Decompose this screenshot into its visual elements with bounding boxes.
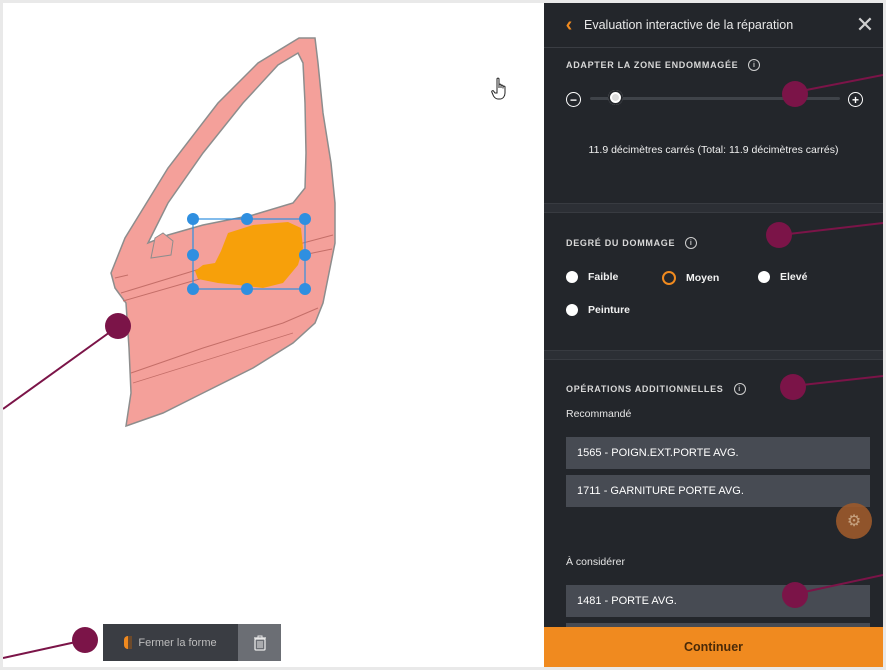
info-icon[interactable]: i: [685, 237, 698, 249]
damage-option-eleve[interactable]: Elevé: [758, 271, 807, 283]
radio-icon: [566, 271, 578, 283]
damage-option-peinture[interactable]: Peinture: [566, 304, 630, 316]
panel-header: ‹ Evaluation interactive de la réparatio…: [544, 3, 883, 48]
recommended-label: Recommandé: [566, 408, 632, 420]
section-divider: [544, 350, 883, 360]
operation-item[interactable]: 1711 - GARNITURE PORTE AVG.: [566, 475, 870, 507]
zone-section-label: ADAPTER LA ZONE ENDOMMAGÉE i: [566, 59, 761, 71]
settings-gear-button[interactable]: ⚙: [836, 503, 872, 539]
annotation-marker: [766, 222, 792, 248]
drawing-canvas[interactable]: Fermer la forme: [3, 3, 544, 667]
info-icon[interactable]: i: [748, 59, 761, 71]
door-illustration: [3, 37, 336, 659]
radio-icon: [566, 304, 578, 316]
chevron-left-icon[interactable]: ‹: [554, 14, 584, 37]
zone-label: ADAPTER LA ZONE ENDOMMAGÉE: [566, 60, 739, 70]
radio-label: Elevé: [780, 271, 808, 283]
slider-handle[interactable]: [608, 90, 623, 105]
close-shape-label: Fermer la forme: [138, 636, 217, 649]
operation-item[interactable]: 1481 - PORTE AVG.: [566, 585, 870, 617]
shape-icon: [124, 636, 133, 649]
delete-shape-button[interactable]: [238, 624, 281, 661]
damage-label: DEGRÉ DU DOMMAGE: [566, 238, 676, 248]
area-readout: 11.9 décimètres carrés (Total: 11.9 déci…: [588, 144, 839, 156]
close-icon[interactable]: ✕: [847, 12, 883, 38]
hand-cursor-icon: [491, 77, 506, 100]
damage-section-label: DEGRÉ DU DOMMAGE i: [566, 237, 698, 249]
radio-icon: [758, 271, 770, 283]
annotation-marker: [780, 374, 806, 400]
operations-section-label: OPÉRATIONS ADDITIONNELLES i: [566, 383, 746, 395]
close-shape-button[interactable]: Fermer la forme: [103, 624, 238, 661]
annotation-marker: [72, 627, 98, 653]
panel-title: Evaluation interactive de la réparation: [584, 18, 794, 32]
operation-item[interactable]: 1565 - POIGN.EXT.PORTE AVG.: [566, 437, 870, 469]
zoom-out-button[interactable]: −: [566, 92, 581, 107]
gears-icon: ⚙: [846, 513, 862, 530]
radio-selected-icon: [662, 271, 676, 285]
trash-icon: [253, 635, 266, 651]
radio-label: Peinture: [588, 304, 631, 316]
info-icon[interactable]: i: [733, 383, 746, 395]
consider-label: À considérer: [566, 556, 625, 568]
section-divider: [544, 203, 883, 213]
radio-label: Moyen: [686, 272, 720, 284]
continue-button[interactable]: Continuer: [544, 627, 883, 667]
operations-label: OPÉRATIONS ADDITIONNELLES: [566, 384, 724, 394]
annotation-marker: [782, 81, 808, 107]
repair-evaluation-panel: ‹ Evaluation interactive de la réparatio…: [544, 3, 883, 667]
radio-label: Faible: [588, 271, 619, 283]
damage-option-faible[interactable]: Faible: [566, 271, 618, 283]
annotation-marker: [782, 582, 808, 608]
damage-option-moyen[interactable]: Moyen: [662, 271, 719, 285]
zoom-in-button[interactable]: +: [848, 92, 863, 107]
shape-toolbar: Fermer la forme: [103, 624, 281, 661]
annotation-marker: [105, 313, 131, 339]
